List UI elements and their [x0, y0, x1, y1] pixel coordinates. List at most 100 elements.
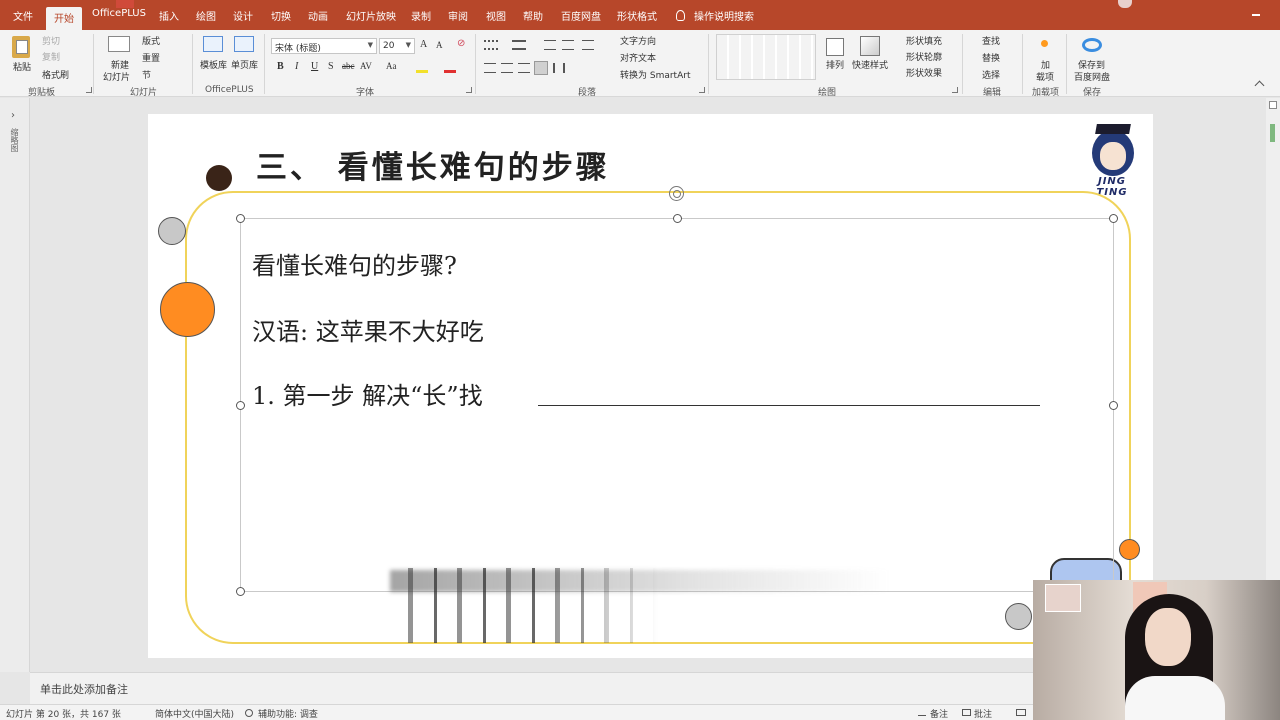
save-to-baidu-label2[interactable]: 百度网盘: [1074, 70, 1110, 83]
scrollbar-thumb[interactable]: [1270, 124, 1275, 142]
slide[interactable]: 三、 看懂长难句的步骤 JING TING 看懂长难句的步骤? 汉语: 这苹果不…: [148, 114, 1153, 658]
text-line-3[interactable]: 1. 第一步 解决“长”找: [252, 376, 483, 411]
bold-button[interactable]: B: [277, 61, 284, 72]
align-text-button[interactable]: 对齐文本: [620, 51, 656, 64]
accessibility-icon[interactable]: [245, 709, 253, 717]
addins-button-label2[interactable]: 载项: [1036, 70, 1054, 83]
format-painter-button[interactable]: 格式刷: [42, 68, 69, 81]
drawing-launcher-icon[interactable]: [952, 87, 958, 93]
columns-icon[interactable]: [553, 63, 565, 73]
addins-icon[interactable]: [1041, 40, 1048, 47]
baidu-cloud-icon[interactable]: [1082, 38, 1102, 52]
language-indicator[interactable]: 简体中文(中国大陆): [155, 707, 234, 720]
find-button[interactable]: 查找: [982, 34, 1000, 47]
shadow-button[interactable]: S: [328, 61, 334, 72]
single-page-library-button[interactable]: 单页库: [231, 58, 258, 71]
strikethrough-button[interactable]: abc: [342, 61, 355, 71]
highlighter-icon[interactable]: [416, 63, 428, 73]
resize-handle-tl[interactable]: [236, 214, 245, 223]
cut-button[interactable]: 剪切: [42, 34, 60, 47]
replace-button[interactable]: 替换: [982, 51, 1000, 64]
rotate-handle-icon[interactable]: [669, 186, 684, 201]
minimize-ribbon-icon[interactable]: [1252, 14, 1260, 16]
clear-formatting-icon[interactable]: ⊘: [457, 38, 465, 49]
template-library-button[interactable]: 模板库: [200, 58, 227, 71]
template-library-icon[interactable]: [203, 36, 223, 52]
tab-officeplus[interactable]: OfficePLUS: [92, 8, 146, 19]
notes-toggle[interactable]: 备注: [930, 707, 948, 720]
chevron-right-icon[interactable]: ›: [11, 110, 15, 121]
font-name-combo[interactable]: 宋体 (标题) ▼: [271, 38, 377, 54]
accessibility-status[interactable]: 辅助功能: 调查: [258, 707, 318, 720]
paste-button[interactable]: 粘贴: [13, 60, 31, 73]
text-line-1[interactable]: 看懂长难句的步骤?: [252, 246, 457, 281]
tab-transitions[interactable]: 切换: [271, 8, 291, 23]
tab-animations[interactable]: 动画: [308, 8, 328, 23]
increase-indent-icon[interactable]: [562, 40, 574, 50]
quick-styles-icon[interactable]: [860, 36, 880, 56]
font-color-icon[interactable]: [444, 63, 456, 73]
quick-styles-button[interactable]: 快速样式: [852, 58, 888, 71]
tab-baidu-netdisk[interactable]: 百度网盘: [561, 8, 601, 23]
resize-handle-bl[interactable]: [236, 587, 245, 596]
account-indicator[interactable]: [1118, 0, 1132, 8]
comments-icon[interactable]: [962, 709, 971, 716]
change-case-button[interactable]: Aa: [386, 61, 397, 71]
new-slide-icon[interactable]: [108, 36, 130, 52]
decrease-indent-icon[interactable]: [544, 40, 556, 50]
resize-handle-right[interactable]: [1109, 401, 1118, 410]
tab-insert[interactable]: 插入: [159, 8, 179, 23]
justify-icon[interactable]: [534, 61, 548, 75]
text-line-2[interactable]: 汉语: 这苹果不大好吃: [252, 312, 484, 347]
tab-review[interactable]: 审阅: [448, 8, 468, 23]
align-left-icon[interactable]: [484, 63, 496, 73]
shapes-gallery[interactable]: [716, 34, 816, 80]
layout-button[interactable]: 版式: [142, 34, 160, 47]
italic-button[interactable]: I: [295, 61, 298, 72]
tab-view[interactable]: 视图: [486, 8, 506, 23]
convert-smartart-button[interactable]: 转换为 SmartArt: [620, 68, 690, 81]
grow-font-icon[interactable]: A: [420, 39, 427, 50]
shape-effects-button[interactable]: 形状效果: [906, 66, 942, 79]
collapse-ribbon-icon[interactable]: [1254, 80, 1265, 91]
tab-design[interactable]: 设计: [233, 8, 253, 23]
font-size-combo[interactable]: 20 ▼: [379, 38, 415, 54]
thumbnail-pane-collapsed[interactable]: › 缩略图: [0, 98, 30, 672]
underline-button[interactable]: U: [311, 61, 318, 72]
line-spacing-icon[interactable]: [582, 40, 594, 50]
text-direction-button[interactable]: 文字方向: [620, 34, 656, 47]
resize-handle-top[interactable]: [673, 214, 682, 223]
select-button[interactable]: 选择: [982, 68, 1000, 81]
align-right-icon[interactable]: [518, 63, 530, 73]
notes-icon[interactable]: [918, 709, 926, 716]
char-spacing-button[interactable]: AV: [360, 61, 372, 71]
arrange-icon[interactable]: [826, 38, 844, 56]
tab-file[interactable]: 文件: [13, 8, 33, 23]
arrange-button[interactable]: 排列: [826, 58, 844, 71]
reset-button[interactable]: 重置: [142, 51, 160, 64]
shape-outline-button[interactable]: 形状轮廓: [906, 50, 942, 63]
tab-shape-format[interactable]: 形状格式: [617, 8, 657, 23]
tab-help[interactable]: 帮助: [523, 8, 543, 23]
font-launcher-icon[interactable]: [466, 87, 472, 93]
tab-slideshow[interactable]: 幻灯片放映: [346, 8, 396, 23]
clipboard-launcher-icon[interactable]: [86, 87, 92, 93]
copy-button[interactable]: 复制: [42, 50, 60, 63]
bullets-icon[interactable]: [484, 40, 498, 50]
slide-title[interactable]: 三、 看懂长难句的步骤: [256, 142, 610, 187]
paragraph-launcher-icon[interactable]: [699, 87, 705, 93]
shrink-font-icon[interactable]: A: [436, 40, 443, 50]
numbering-icon[interactable]: [512, 40, 526, 50]
tab-draw[interactable]: 绘图: [196, 8, 216, 23]
notes-placeholder[interactable]: 单击此处添加备注: [40, 681, 128, 697]
align-center-icon[interactable]: [501, 63, 513, 73]
tab-record[interactable]: 录制: [411, 8, 431, 23]
scroll-up-icon[interactable]: [1269, 101, 1277, 109]
search-tell-me[interactable]: 操作说明搜索: [694, 8, 754, 23]
comments-toggle[interactable]: 批注: [974, 707, 992, 720]
tab-home[interactable]: 开始: [46, 7, 82, 30]
shape-fill-button[interactable]: 形状填充: [906, 34, 942, 47]
resize-handle-left[interactable]: [236, 401, 245, 410]
new-slide-label2[interactable]: 幻灯片: [103, 70, 130, 83]
resize-handle-tr[interactable]: [1109, 214, 1118, 223]
